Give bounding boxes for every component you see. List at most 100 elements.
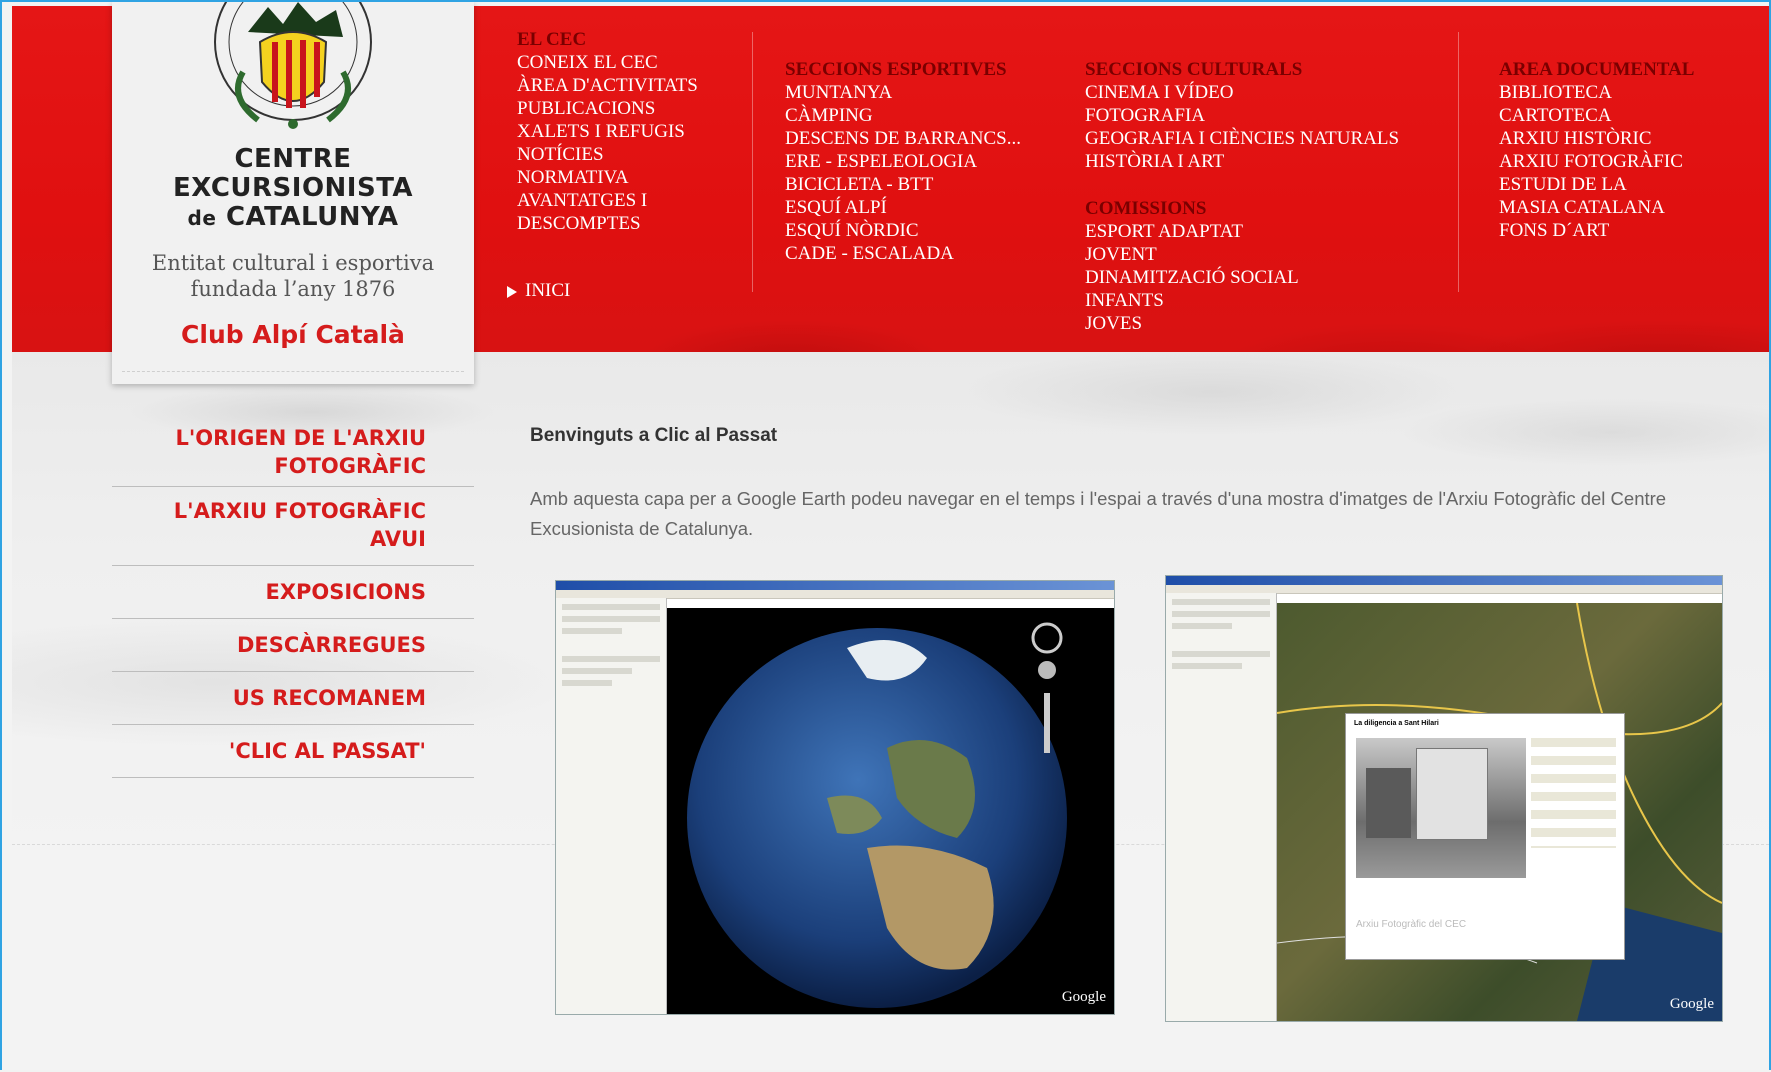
historic-photo: [1356, 738, 1526, 878]
nav-item-normativa[interactable]: NORMATIVA: [517, 166, 698, 189]
sidebar-row: [562, 628, 622, 634]
nav-item-arxiu-fotografic[interactable]: ARXIU FOTOGRÀFIC: [1499, 150, 1694, 173]
sidebar-row: [1172, 599, 1270, 605]
nav-item-esqui-nordic[interactable]: ESQUÍ NÒRDIC: [785, 219, 1021, 242]
play-triangle-icon: [507, 285, 517, 298]
nav-heading-comissions[interactable]: COMISSIONS: [1085, 197, 1299, 220]
nav-item-camping[interactable]: CÀMPING: [785, 104, 1021, 127]
nav-item-infants[interactable]: INFANTS: [1085, 289, 1299, 312]
org-name-de: de: [187, 206, 217, 230]
nav-item-escalada[interactable]: CADE - ESCALADA: [785, 242, 1021, 265]
tagline: Entitat cultural i esportiva fundada l’a…: [112, 250, 474, 302]
browser-frame: CENTRE EXCURSIONISTA de CATALUNYA Entita…: [0, 0, 1771, 1070]
sidebar-row: [1172, 623, 1232, 629]
window-titlebar: [1166, 576, 1722, 585]
nav-item-muntanya[interactable]: MUNTANYA: [785, 81, 1021, 104]
org-name-line1: CENTRE: [234, 144, 352, 174]
sidebar-row: [562, 656, 660, 662]
popup-title: La diligencia a Sant Hilari: [1354, 720, 1439, 727]
nav-item-fotografia[interactable]: FOTOGRAFIA: [1085, 104, 1399, 127]
nav-item-esqui-alpi[interactable]: ESQUÍ ALPÍ: [785, 196, 1021, 219]
leftmenu-us-recomanem[interactable]: US RECOMANEM: [112, 672, 474, 725]
earth-sidebar: [1166, 593, 1277, 1021]
earth-sidebar: [556, 598, 667, 1014]
nav-item-esport-adaptat[interactable]: ESPORT ADAPTAT: [1085, 220, 1299, 243]
globe-icon: [687, 622, 1067, 1008]
sidebar-row: [1172, 663, 1242, 669]
leftmenu-origen-line2: FOTOGRÀFIC: [274, 454, 426, 478]
nav-divider: [752, 32, 753, 292]
nav-divider: [1458, 32, 1459, 292]
nav-inici-link[interactable]: INICI: [507, 280, 570, 302]
nav-heading-el-cec[interactable]: EL CEC: [517, 28, 698, 51]
nav-item-area-activitats[interactable]: ÀREA D'ACTIVITATS: [517, 74, 698, 97]
logo-card-divider: [122, 371, 464, 372]
popup-metadata: [1531, 738, 1616, 848]
nav-item-arxiu-historic[interactable]: ARXIU HISTÒRIC: [1499, 127, 1694, 150]
screenshot-google-earth-globe[interactable]: Google: [555, 580, 1115, 1015]
leftmenu-arxiu-avui[interactable]: L'ARXIU FOTOGRÀFIC AVUI: [112, 487, 474, 566]
sidebar-row: [562, 668, 632, 674]
nav-item-historia-art[interactable]: HISTÒRIA I ART: [1085, 150, 1399, 173]
photo-building: [1366, 768, 1411, 838]
club-name: Club Alpí Català: [181, 320, 405, 349]
nav-heading-esportives[interactable]: SECCIONS ESPORTIVES: [785, 58, 1021, 81]
nav-item-dinamitzacio[interactable]: DINAMITZACIÓ SOCIAL: [1085, 266, 1299, 289]
nav-item-fons-art[interactable]: FONS D´ART: [1499, 219, 1694, 242]
earth-map-view: La diligencia a Sant Hilari Arxiu Fotogr…: [1277, 603, 1722, 1021]
sidebar-row: [562, 616, 660, 622]
nav-col-culturals: SECCIONS CULTURALS CINEMA I VÍDEO FOTOGR…: [1085, 58, 1399, 173]
earth-view: Google: [667, 608, 1114, 1014]
nav-item-cinema[interactable]: CINEMA I VÍDEO: [1085, 81, 1399, 104]
leftmenu-origen-line1: L'ORIGEN DE L'ARXIU: [175, 426, 427, 450]
tagline-line1: Entitat cultural i esportiva: [151, 251, 435, 275]
intro-paragraph: Amb aquesta capa per a Google Earth pode…: [530, 488, 1667, 539]
tagline-line2: fundada l’any 1876: [190, 277, 396, 301]
nav-item-avantatges[interactable]: AVANTATGES I: [517, 189, 698, 212]
nav-item-estudi-de-la[interactable]: ESTUDI DE LA: [1499, 173, 1694, 196]
sidebar-row: [1172, 611, 1270, 617]
nav-col-documental: AREA DOCUMENTAL BIBLIOTECA CARTOTECA ARX…: [1499, 58, 1694, 242]
sidebar-row: [562, 680, 612, 686]
nav-item-xalets-refugis[interactable]: XALETS I REFUGIS: [517, 120, 698, 143]
google-logo: Google: [1669, 996, 1714, 1012]
nav-item-btt[interactable]: BICICLETA - BTT: [785, 173, 1021, 196]
nav-item-geografia[interactable]: GEOGRAFIA I CIÈNCIES NATURALS: [1085, 127, 1399, 150]
nav-item-coneix-el-cec[interactable]: CONEIX EL CEC: [517, 51, 698, 74]
nav-item-jovent[interactable]: JOVENT: [1085, 243, 1299, 266]
leftmenu-clic-al-passat[interactable]: 'CLIC AL PASSAT': [112, 725, 474, 778]
nav-item-espeleologia[interactable]: ERE - ESPELEOLOGIA: [785, 150, 1021, 173]
nav-col-el-cec: EL CEC CONEIX EL CEC ÀREA D'ACTIVITATS P…: [517, 28, 698, 235]
org-name-line2: EXCURSIONISTA: [172, 173, 414, 203]
popup-footer: Arxiu Fotogràfic del CEC: [1356, 919, 1467, 930]
sidebar-row: [1172, 651, 1270, 657]
left-menu: L'ORIGEN DE L'ARXIU FOTOGRÀFIC L'ARXIU F…: [112, 420, 474, 778]
page-title: Benvinguts a Clic al Passat: [530, 425, 778, 446]
leftmenu-exposicions[interactable]: EXPOSICIONS: [112, 566, 474, 619]
info-popup[interactable]: La diligencia a Sant Hilari Arxiu Fotogr…: [1345, 713, 1625, 960]
nav-item-descomptes[interactable]: DESCOMPTES: [517, 212, 698, 235]
nav-item-joves[interactable]: JOVES: [1085, 312, 1299, 335]
nav-heading-culturals[interactable]: SECCIONS CULTURALS: [1085, 58, 1399, 81]
logo-card[interactable]: CENTRE EXCURSIONISTA de CATALUNYA Entita…: [112, 2, 474, 384]
window-titlebar: [556, 581, 1114, 590]
nav-col-comissions: COMISSIONS ESPORT ADAPTAT JOVENT DINAMIT…: [1085, 197, 1299, 335]
nav-item-cartoteca[interactable]: CARTOTECA: [1499, 104, 1694, 127]
sidebar-row: [562, 604, 660, 610]
nav-item-biblioteca[interactable]: BIBLIOTECA: [1499, 81, 1694, 104]
nav-col-esportives: SECCIONS ESPORTIVES MUNTANYA CÀMPING DES…: [785, 58, 1021, 265]
nav-heading-documental[interactable]: AREA DOCUMENTAL: [1499, 58, 1694, 81]
org-name-line3: de CATALUNYA: [112, 202, 474, 232]
nav-item-noticies[interactable]: NOTÍCIES: [517, 143, 698, 166]
photo-building: [1416, 748, 1488, 840]
nav-item-publicacions[interactable]: PUBLICACIONS: [517, 97, 698, 120]
screenshot-google-earth-map[interactable]: La diligencia a Sant Hilari Arxiu Fotogr…: [1165, 575, 1723, 1022]
org-name-catalunya: CATALUNYA: [225, 202, 399, 232]
nav-item-masia-catalana[interactable]: MASIA CATALANA: [1499, 196, 1694, 219]
nav-item-barrancs[interactable]: DESCENS DE BARRANCS...: [785, 127, 1021, 150]
google-logo: Google: [1061, 989, 1106, 1005]
cec-emblem-icon: [214, 2, 372, 129]
leftmenu-origen[interactable]: L'ORIGEN DE L'ARXIU FOTOGRÀFIC: [112, 420, 474, 487]
inici-label: INICI: [525, 280, 571, 301]
leftmenu-descarregues[interactable]: DESCÀRREGUES: [112, 619, 474, 672]
